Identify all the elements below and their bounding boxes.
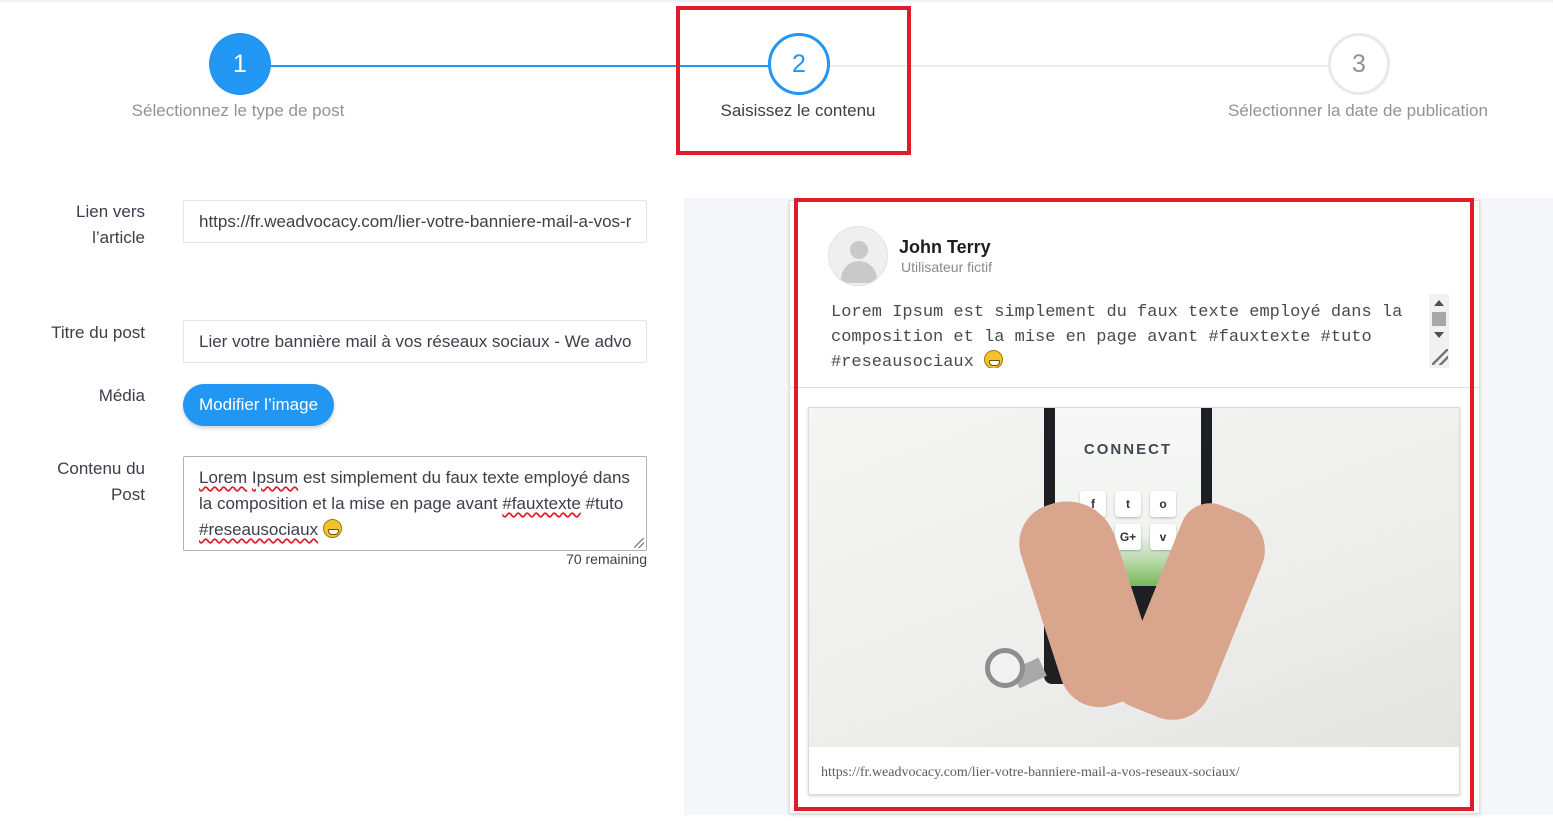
content-tag-reseausociaux: #reseausociaux xyxy=(199,520,319,539)
link-label: Lien vers l’article xyxy=(76,202,145,247)
grin-emoji-icon xyxy=(322,519,342,538)
active-step-highlight xyxy=(676,6,911,155)
step-1-label: Sélectionnez le type de post xyxy=(131,101,345,120)
title-input[interactable] xyxy=(183,320,647,363)
content-tag-tuto: #tuto xyxy=(580,494,624,513)
link-input[interactable] xyxy=(183,200,647,243)
step-3-label: Sélectionner la date de publication xyxy=(1228,101,1488,120)
preview-highlight xyxy=(794,198,1474,811)
content-word-ipsum: Ipsum xyxy=(251,468,299,487)
content-tag-fauxtexte: #fauxtexte xyxy=(502,494,581,513)
top-shadow xyxy=(0,0,1553,4)
title-label: Titre du post xyxy=(51,323,145,342)
content-word-lorem: Lorem xyxy=(199,468,248,487)
step-1-circle[interactable]: 1 xyxy=(209,33,271,95)
remaining-counter: 70 remaining xyxy=(566,551,647,567)
media-label: Média xyxy=(98,386,145,405)
content-label: Contenu du Post xyxy=(57,459,145,504)
step-3-circle[interactable]: 3 xyxy=(1328,33,1390,95)
modify-image-button[interactable]: Modifier l’image xyxy=(183,384,335,426)
content-textarea[interactable]: Lorem Ipsum est simplement du faux texte… xyxy=(183,456,647,551)
resize-grip-icon[interactable] xyxy=(634,538,644,548)
